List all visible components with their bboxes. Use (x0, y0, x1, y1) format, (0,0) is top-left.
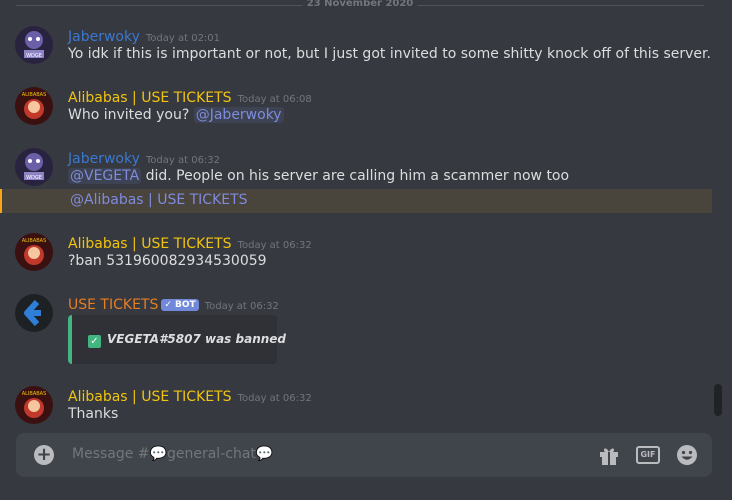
message-body: did. People on his server are calling hi… (141, 168, 570, 184)
avatar[interactable]: ALIBABAS (15, 386, 53, 424)
timestamp: Today at 06:32 (204, 301, 279, 312)
message: WDGE Jaberwoky Today at 02:01 Yo idk if t… (0, 26, 712, 66)
username[interactable]: Jaberwoky (68, 29, 140, 45)
username[interactable]: Jaberwoky (68, 151, 140, 167)
speech-bubble-icon: 💬 (149, 446, 167, 462)
message-header: Alibabas | USE TICKETS Today at 06:32 (68, 233, 312, 252)
timestamp: Today at 06:32 (145, 155, 221, 166)
avatar[interactable]: WDGE (15, 26, 53, 64)
message: WDGE Jaberwoky Today at 06:32 @VEGETA did… (0, 148, 712, 212)
user-mention[interactable]: @Alibabas | USE TICKETS (68, 192, 250, 208)
message-header: Jaberwoky Today at 02:01 (68, 26, 220, 45)
username[interactable]: Alibabas | USE TICKETS (68, 236, 232, 252)
avatar[interactable]: WDGE (15, 148, 53, 186)
username[interactable]: Alibabas | USE TICKETS (68, 389, 232, 405)
username[interactable]: Alibabas | USE TICKETS (68, 90, 232, 106)
scrollbar-thumb[interactable] (714, 384, 722, 416)
message-composer[interactable]: + Message #💬general-chat💬 GIF (16, 433, 712, 477)
message-text: Who invited you? @Jaberwoky (68, 107, 284, 123)
date-divider: 23 November 2020 (16, 0, 704, 12)
timestamp: Today at 06:08 (237, 94, 312, 105)
emoji-icon[interactable] (676, 444, 698, 466)
svg-text:ALIBABAS: ALIBABAS (22, 238, 47, 244)
message: ALIBABAS Alibabas | USE TICKETS Today at … (0, 386, 712, 426)
avatar[interactable]: ALIBABAS (15, 87, 53, 125)
timestamp: Today at 06:32 (237, 393, 312, 404)
embed-text: ✓ VEGETA#5807 was banned (88, 332, 286, 348)
date-label: 23 November 2020 (302, 0, 418, 9)
message-input[interactable]: Message #💬general-chat💬 (72, 446, 273, 462)
bot-avatar[interactable] (15, 294, 53, 332)
user-mention[interactable]: @Jaberwoky (193, 107, 284, 123)
embed: ✓ VEGETA#5807 was banned (68, 315, 286, 364)
svg-text:WDGE: WDGE (26, 175, 42, 181)
message-text: Thanks (68, 406, 119, 422)
message-text: @VEGETA did. People on his server are ca… (68, 168, 569, 184)
message-header: Jaberwoky Today at 06:32 (68, 148, 220, 167)
message-header: USE TICKETS ✓ BOT Today at 06:32 (68, 294, 279, 313)
add-attachment-button[interactable]: + (34, 445, 54, 465)
message: ALIBABAS Alibabas | USE TICKETS Today at … (0, 87, 712, 127)
user-mention[interactable]: @VEGETA (68, 168, 142, 184)
message-header: Alibabas | USE TICKETS Today at 06:32 (68, 386, 312, 405)
svg-text:ALIBABAS: ALIBABAS (22, 92, 47, 98)
message-text: Yo idk if this is important or not, but … (68, 46, 711, 62)
message-text: ?ban 531960082934530059 (68, 253, 267, 269)
message-header: Alibabas | USE TICKETS Today at 06:08 (68, 87, 312, 106)
gift-icon[interactable] (598, 444, 620, 466)
svg-text:WDGE: WDGE (26, 53, 42, 59)
message-body: Who invited you? (68, 107, 190, 123)
avatar[interactable]: ALIBABAS (15, 233, 53, 271)
bot-badge: ✓ BOT (161, 299, 199, 311)
message-text-line2: @Alibabas | USE TICKETS (68, 192, 250, 208)
timestamp: Today at 06:32 (237, 240, 312, 251)
checkmark-icon: ✓ (88, 335, 101, 348)
gif-button[interactable]: GIF (636, 446, 660, 464)
username[interactable]: USE TICKETS (68, 297, 158, 313)
timestamp: Today at 02:01 (145, 33, 221, 44)
message: ALIBABAS Alibabas | USE TICKETS Today at … (0, 233, 712, 273)
speech-bubble-icon: 💬 (255, 446, 274, 462)
svg-text:ALIBABAS: ALIBABAS (22, 391, 47, 397)
